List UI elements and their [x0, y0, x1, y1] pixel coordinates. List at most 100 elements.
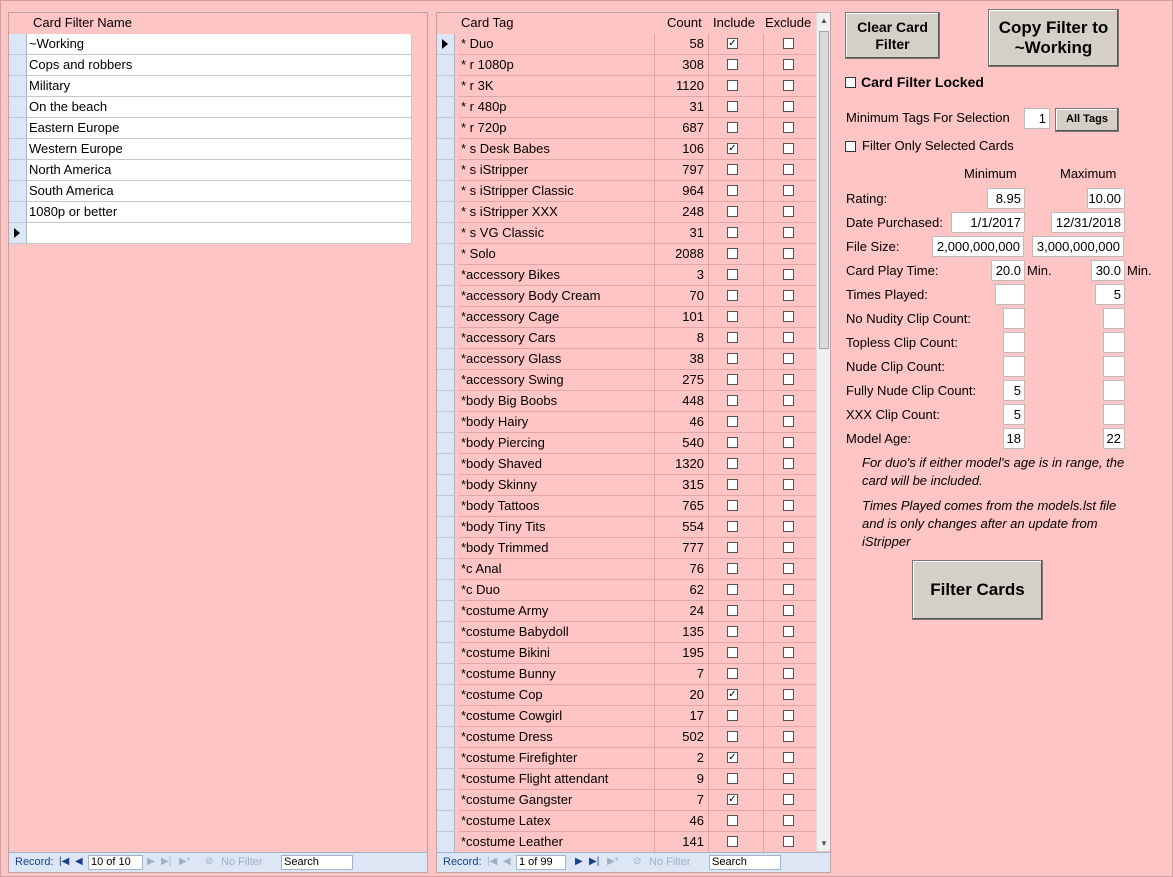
- filter-name-cell[interactable]: ~Working: [27, 34, 412, 55]
- card-tag-cell[interactable]: *costume Bunny: [459, 664, 655, 685]
- include-checkbox[interactable]: [727, 773, 738, 784]
- filter-name-cell[interactable]: North America: [27, 160, 412, 181]
- record-selector[interactable]: [437, 160, 455, 181]
- count-cell[interactable]: 1320: [655, 454, 709, 475]
- exclude-checkbox[interactable]: [783, 815, 794, 826]
- clear-card-filter-button[interactable]: Clear Card Filter: [845, 12, 940, 59]
- count-cell[interactable]: 31: [655, 97, 709, 118]
- record-selector[interactable]: [437, 496, 455, 517]
- count-cell[interactable]: 964: [655, 181, 709, 202]
- exclude-checkbox[interactable]: [783, 311, 794, 322]
- range-max-input[interactable]: 12/31/2018: [1051, 212, 1125, 233]
- record-selector[interactable]: [437, 55, 455, 76]
- exclude-checkbox[interactable]: [783, 668, 794, 679]
- record-selector[interactable]: [437, 328, 455, 349]
- count-cell[interactable]: 275: [655, 370, 709, 391]
- include-checkbox[interactable]: [727, 437, 738, 448]
- range-max-input[interactable]: [1103, 332, 1125, 353]
- scroll-thumb[interactable]: [819, 31, 829, 349]
- card-tag-cell[interactable]: *body Skinny: [459, 475, 655, 496]
- current-record-field[interactable]: 1 of 99: [516, 855, 566, 870]
- exclude-checkbox[interactable]: [783, 689, 794, 700]
- range-max-input[interactable]: 5: [1095, 284, 1125, 305]
- include-checkbox[interactable]: [727, 710, 738, 721]
- range-min-input[interactable]: 5: [1003, 380, 1025, 401]
- exclude-checkbox[interactable]: [783, 164, 794, 175]
- all-tags-button[interactable]: All Tags: [1055, 108, 1119, 132]
- card-tag-cell[interactable]: *accessory Cars: [459, 328, 655, 349]
- range-min-input[interactable]: 18: [1003, 428, 1025, 449]
- include-checkbox[interactable]: [727, 815, 738, 826]
- count-cell[interactable]: 9: [655, 769, 709, 790]
- card-tag-cell[interactable]: *accessory Glass: [459, 349, 655, 370]
- count-cell[interactable]: 3: [655, 265, 709, 286]
- range-min-input[interactable]: [1003, 332, 1025, 353]
- first-record-button[interactable]: |◀: [59, 856, 69, 867]
- count-cell[interactable]: 20: [655, 685, 709, 706]
- scroll-up-icon[interactable]: ▲: [820, 16, 828, 25]
- record-selector[interactable]: [437, 118, 455, 139]
- tag-list-scrollbar[interactable]: ▲ ▼: [816, 13, 830, 851]
- card-tag-cell[interactable]: *accessory Swing: [459, 370, 655, 391]
- card-tag-cell[interactable]: *costume Latex: [459, 811, 655, 832]
- card-tag-cell[interactable]: *body Shaved: [459, 454, 655, 475]
- exclude-checkbox[interactable]: [783, 521, 794, 532]
- exclude-checkbox[interactable]: [783, 458, 794, 469]
- include-checkbox[interactable]: [727, 647, 738, 658]
- include-checkbox[interactable]: [727, 584, 738, 595]
- exclude-checkbox[interactable]: [783, 542, 794, 553]
- card-tag-cell[interactable]: *costume Leather: [459, 832, 655, 853]
- record-selector[interactable]: [9, 223, 27, 244]
- exclude-checkbox[interactable]: [783, 59, 794, 70]
- record-selector[interactable]: [437, 664, 455, 685]
- include-checkbox[interactable]: [727, 164, 738, 175]
- card-tag-cell[interactable]: *costume Cop: [459, 685, 655, 706]
- card-tag-cell[interactable]: *body Hairy: [459, 412, 655, 433]
- count-cell[interactable]: 38: [655, 349, 709, 370]
- record-selector[interactable]: [437, 76, 455, 97]
- count-cell[interactable]: 777: [655, 538, 709, 559]
- record-selector[interactable]: [437, 286, 455, 307]
- count-cell[interactable]: 58: [655, 34, 709, 55]
- scroll-down-icon[interactable]: ▼: [820, 839, 828, 848]
- include-checkbox[interactable]: ✓: [727, 752, 738, 763]
- record-selector[interactable]: [437, 601, 455, 622]
- card-tag-cell[interactable]: *costume Babydoll: [459, 622, 655, 643]
- include-checkbox[interactable]: ✓: [727, 38, 738, 49]
- count-cell[interactable]: 797: [655, 160, 709, 181]
- exclude-checkbox[interactable]: [783, 773, 794, 784]
- record-selector[interactable]: [437, 580, 455, 601]
- last-record-button[interactable]: ▶|: [589, 856, 599, 867]
- next-record-button[interactable]: ▶: [147, 856, 155, 867]
- include-checkbox[interactable]: ✓: [727, 689, 738, 700]
- card-tag-cell[interactable]: * s VG Classic: [459, 223, 655, 244]
- record-selector[interactable]: [437, 34, 455, 55]
- record-selector[interactable]: [9, 160, 27, 181]
- count-cell[interactable]: 46: [655, 412, 709, 433]
- count-cell[interactable]: 765: [655, 496, 709, 517]
- filter-name-cell[interactable]: On the beach: [27, 97, 412, 118]
- record-selector[interactable]: [437, 454, 455, 475]
- record-selector[interactable]: [437, 139, 455, 160]
- count-cell[interactable]: 7: [655, 790, 709, 811]
- no-filter-button[interactable]: No Filter: [649, 856, 691, 868]
- exclude-checkbox[interactable]: [783, 416, 794, 427]
- count-cell[interactable]: 76: [655, 559, 709, 580]
- range-min-input[interactable]: 5: [1003, 404, 1025, 425]
- new-record-button[interactable]: ▶*: [179, 856, 191, 867]
- card-tag-cell[interactable]: *costume Bikini: [459, 643, 655, 664]
- count-cell[interactable]: 24: [655, 601, 709, 622]
- count-cell[interactable]: 540: [655, 433, 709, 454]
- record-selector[interactable]: [9, 181, 27, 202]
- include-checkbox[interactable]: [727, 458, 738, 469]
- include-checkbox[interactable]: [727, 521, 738, 532]
- exclude-checkbox[interactable]: [783, 269, 794, 280]
- record-selector[interactable]: [9, 202, 27, 223]
- record-selector[interactable]: [437, 391, 455, 412]
- include-checkbox[interactable]: [727, 227, 738, 238]
- filter-name-cell[interactable]: Western Europe: [27, 139, 412, 160]
- filter-name-cell[interactable]: South America: [27, 181, 412, 202]
- card-tag-cell[interactable]: *c Anal: [459, 559, 655, 580]
- current-record-field[interactable]: 10 of 10: [88, 855, 143, 870]
- exclude-checkbox[interactable]: [783, 731, 794, 742]
